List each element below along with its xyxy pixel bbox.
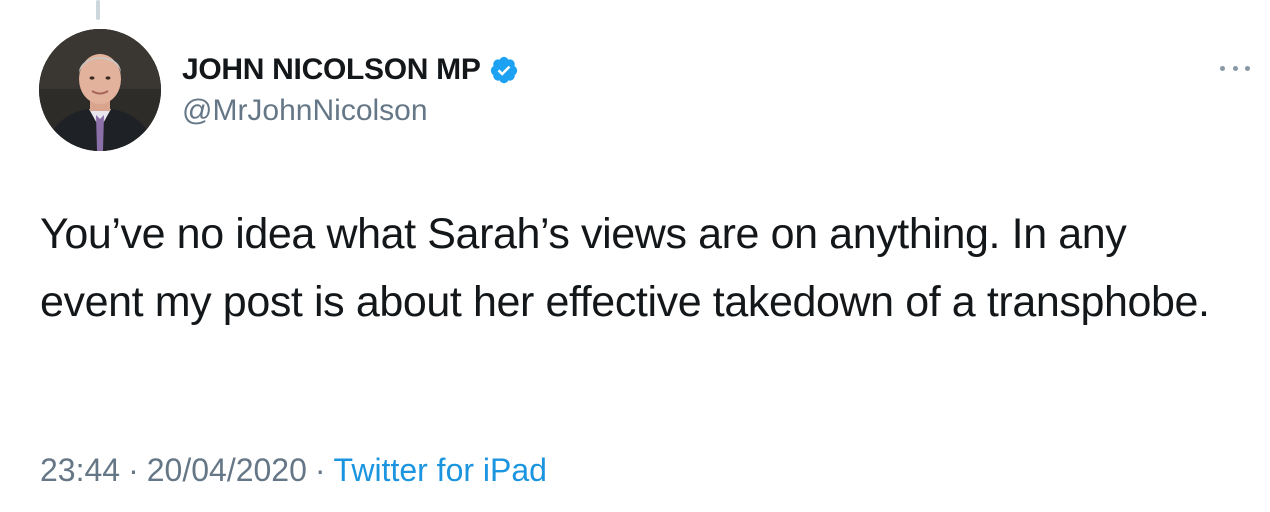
more-dot <box>1232 65 1238 71</box>
more-options-icon[interactable] <box>1220 58 1250 78</box>
thread-connector-line <box>96 0 100 20</box>
tweet-time[interactable]: 23:44 <box>40 452 120 488</box>
author-handle[interactable]: @MrJohnNicolson <box>182 94 428 128</box>
more-dot <box>1220 65 1225 71</box>
avatar-portrait-icon <box>39 29 161 151</box>
author-name-row[interactable]: JOHN NICOLSON MP <box>182 52 519 88</box>
author-avatar[interactable] <box>39 29 161 151</box>
author-display-name[interactable]: JOHN NICOLSON MP <box>182 53 481 87</box>
tweet-text: You’ve no idea what Sarah’s views are on… <box>40 210 1210 326</box>
more-dot <box>1245 65 1250 71</box>
verified-badge-icon <box>489 55 519 85</box>
tweet-source-link[interactable]: Twitter for iPad <box>334 452 547 488</box>
tweet-metadata: 23:44 · 20/04/2020 · Twitter for iPad <box>40 452 547 489</box>
meta-separator: · <box>128 452 139 488</box>
tweet-date[interactable]: 20/04/2020 <box>147 452 307 488</box>
meta-separator: · <box>314 452 326 488</box>
